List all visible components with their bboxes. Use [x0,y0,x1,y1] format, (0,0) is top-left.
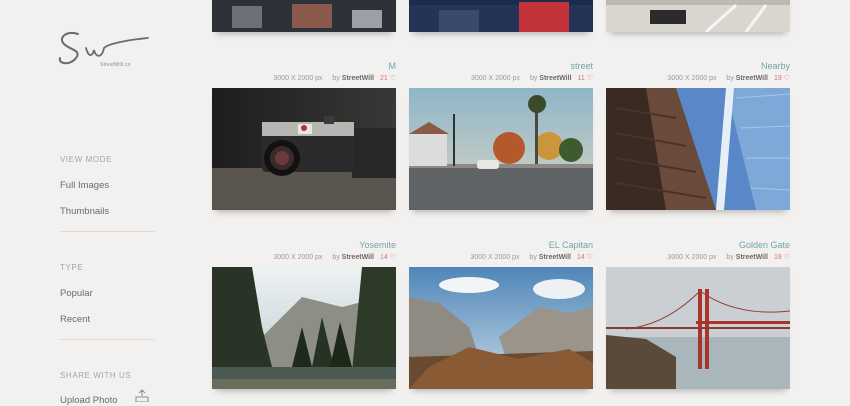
photo-title[interactable]: Golden Gate [606,240,790,251]
photo-meta: Nearby 3000 X 2000 px by StreetWill 19 ♡ [606,61,790,84]
photo-dimensions: 3000 X 2000 px [470,254,520,261]
photo-thumbnail-crowd[interactable] [212,0,396,32]
photo-dimensions: 3000 X 2000 px [470,75,520,82]
heart-icon: ♡ [586,75,593,82]
photo-dimensions: 3000 X 2000 px [667,75,717,82]
photo-title[interactable]: street [409,61,593,72]
author-link[interactable]: StreetWill [342,75,374,82]
author-link[interactable]: StreetWill [342,254,374,261]
author-link[interactable]: StreetWill [736,254,768,261]
photo-info: 3000 X 2000 px by StreetWill 21 ♡ [212,74,396,84]
photo-dimensions: 3000 X 2000 px [273,75,323,82]
author-link[interactable]: StreetWill [539,254,571,261]
like-number: 14 [379,254,388,261]
photo-grid: M 3000 X 2000 px by StreetWill 21 ♡ stre… [0,0,850,402]
by-label: by [726,75,734,82]
photo-title[interactable]: EL Capitan [409,240,593,251]
by-label: by [332,254,340,261]
heart-icon: ♡ [586,254,593,261]
photo-thumbnail-yosemite[interactable] [212,267,396,389]
photo-info: 3000 X 2000 px by StreetWill 11 ♡ [409,74,593,84]
by-label: by [529,75,538,82]
photo-dimensions: 3000 X 2000 px [667,254,717,261]
photo-info: 3000 X 2000 px by StreetWill 19 ♡ [606,74,790,84]
photo-info: 3000 X 2000 px by StreetWill 18 ♡ [606,253,790,263]
photo-credit: by StreetWill [529,254,571,261]
like-number: 19 [773,75,782,82]
photo-info: 3000 X 2000 px by StreetWill 14 ♡ [212,253,396,263]
like-count[interactable]: 18 ♡ [774,254,790,261]
photo-title[interactable]: Yosemite [212,240,396,251]
heart-icon: ♡ [389,75,396,82]
photo-dimensions: 3000 X 2000 px [273,254,323,261]
photo-thumbnail-red[interactable] [409,0,593,32]
by-label: by [332,75,340,82]
photo-meta: EL Capitan 3000 X 2000 px by StreetWill … [409,240,593,263]
like-count[interactable]: 14 ♡ [577,254,593,261]
by-label: by [726,254,734,261]
like-count[interactable]: 19 ♡ [774,75,790,82]
photo-thumbnail-street[interactable] [409,88,593,210]
photo-meta: Golden Gate 3000 X 2000 px by StreetWill… [606,240,790,263]
like-number: 21 [379,75,388,82]
photo-credit: by StreetWill [726,254,768,261]
photo-thumbnail-golden-gate[interactable] [606,267,790,389]
like-number: 18 [773,254,782,261]
heart-icon: ♡ [783,254,790,261]
photo-credit: by StreetWill [332,254,374,261]
photo-title[interactable]: Nearby [606,61,790,72]
author-link[interactable]: StreetWill [539,75,571,82]
author-link[interactable]: StreetWill [736,75,768,82]
like-count[interactable]: 11 ♡ [577,75,593,82]
by-label: by [529,254,537,261]
like-count[interactable]: 21 ♡ [380,75,396,82]
photo-credit: by StreetWill [726,75,768,82]
like-number: 14 [576,254,585,261]
photo-thumbnail-camera[interactable] [212,88,396,210]
photo-thumbnail-el-capitan[interactable] [409,267,593,389]
photo-credit: by StreetWill [530,75,572,82]
photo-credit: by StreetWill [332,75,374,82]
photo-title[interactable]: M [212,61,397,72]
photo-meta: M 3000 X 2000 px by StreetWill 21 ♡ [212,61,396,84]
heart-icon: ♡ [783,75,790,82]
photo-meta: street 3000 X 2000 px by StreetWill 11 ♡ [409,61,593,84]
photo-meta: Yosemite 3000 X 2000 px by StreetWill 14… [212,240,396,263]
like-number: 11 [577,75,585,82]
photo-info: 3000 X 2000 px by StreetWill 14 ♡ [409,253,593,263]
photo-thumbnail-street-top[interactable] [606,0,790,32]
like-count[interactable]: 14 ♡ [380,254,396,261]
heart-icon: ♡ [389,254,396,261]
photo-thumbnail-building[interactable] [606,88,790,210]
